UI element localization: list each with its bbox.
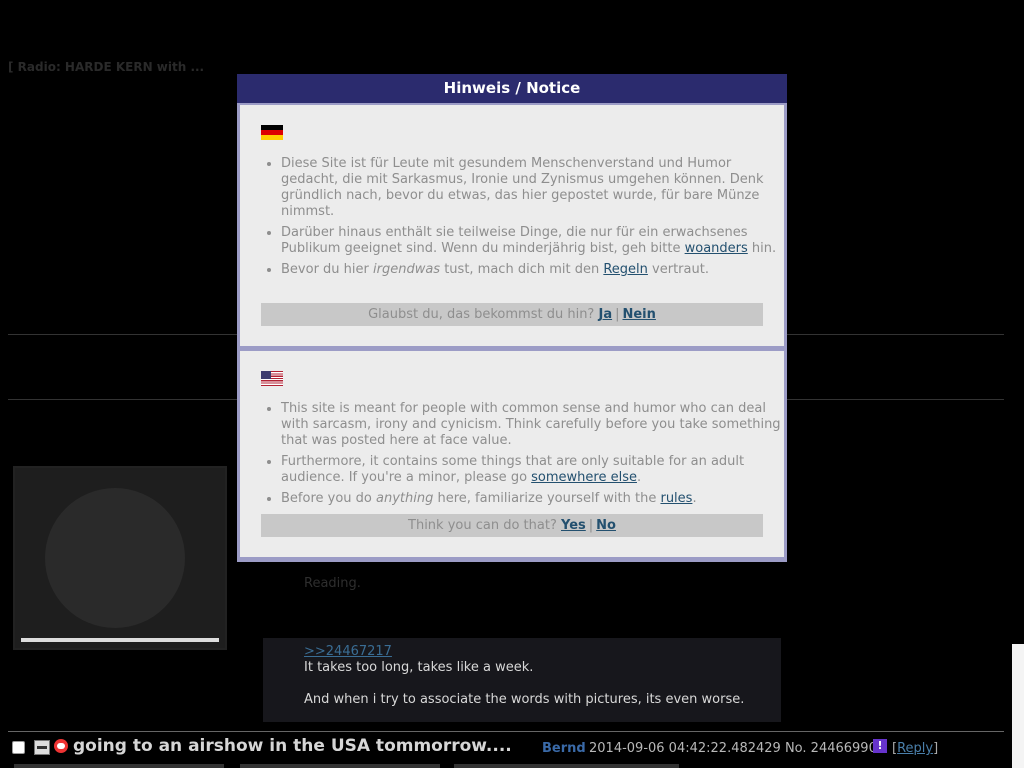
thread-subject: going to an airshow in the USA tommorrow…: [73, 736, 512, 756]
notice-item: Diese Site ist für Leute mit gesundem Me…: [281, 156, 789, 220]
notice-item: Bevor du hier irgendwas tust, mach dich …: [281, 262, 789, 278]
elsewhere-link[interactable]: woanders: [685, 241, 748, 256]
divider: [8, 731, 1004, 732]
accept-button[interactable]: Ja: [598, 307, 612, 322]
elsewhere-link[interactable]: somewhere else: [531, 470, 637, 485]
country-ball-icon: [54, 739, 68, 753]
flag-de-icon: [261, 125, 283, 140]
post-date: 2014-09-06 04:42:22.482429 No. 24466990: [589, 741, 877, 756]
report-icon[interactable]: !: [873, 739, 887, 753]
notice-item: Before you do anything here, familiarize…: [281, 491, 789, 507]
confirm-question: Glaubst du, das bekommst du hin?: [368, 307, 595, 322]
thumbnail-bar: [21, 638, 219, 642]
reply-line: It takes too long, takes like a week.: [304, 660, 534, 675]
notice-list-de: Diese Site ist für Leute mit gesundem Me…: [261, 156, 789, 283]
notice-item: Furthermore, it contains some things tha…: [281, 454, 789, 486]
decline-button[interactable]: Nein: [622, 307, 655, 322]
notice-item: This site is meant for people with commo…: [281, 401, 789, 449]
modal-title: Hinweis / Notice: [237, 74, 787, 103]
reply-line: And when i try to associate the words wi…: [304, 692, 745, 707]
confirm-question: Think you can do that?: [408, 518, 557, 533]
notice-modal: Hinweis / Notice Diese Site ist für Leut…: [237, 74, 787, 562]
notice-section-en: This site is meant for people with commo…: [240, 351, 784, 557]
flag-us-icon: [261, 371, 283, 386]
quote-link[interactable]: >>24467217: [304, 644, 392, 659]
post-text-faint: Reading.: [304, 576, 361, 591]
confirm-bar-de: Glaubst du, das bekommst du hin? Ja | Nein: [261, 303, 763, 326]
confirm-bar-en: Think you can do that? Yes | No: [261, 514, 763, 537]
thumbnail-image: [45, 488, 185, 628]
rules-link[interactable]: rules: [660, 491, 692, 506]
hide-thread-icon[interactable]: [34, 740, 50, 755]
notice-section-de: Diese Site ist für Leute mit gesundem Me…: [240, 105, 784, 346]
notice-item: Darüber hinaus enthält sie teilweise Din…: [281, 225, 789, 257]
decline-button[interactable]: No: [596, 518, 616, 533]
thread-checkbox[interactable]: [12, 741, 25, 754]
scrollbar-area[interactable]: [1012, 644, 1024, 768]
post-thumbnail[interactable]: [13, 466, 227, 650]
reply-post: >>24467217 It takes too long, takes like…: [263, 638, 781, 722]
accept-button[interactable]: Yes: [561, 518, 586, 533]
post-author: Bernd: [542, 741, 586, 756]
bottom-thumbnails: [14, 764, 714, 768]
reply-link[interactable]: Reply: [897, 741, 933, 756]
reply-wrapper: [Reply]: [892, 741, 939, 756]
notice-list-en: This site is meant for people with commo…: [261, 401, 789, 512]
rules-link[interactable]: Regeln: [603, 262, 648, 277]
thread-header: going to an airshow in the USA tommorrow…: [10, 736, 1010, 762]
